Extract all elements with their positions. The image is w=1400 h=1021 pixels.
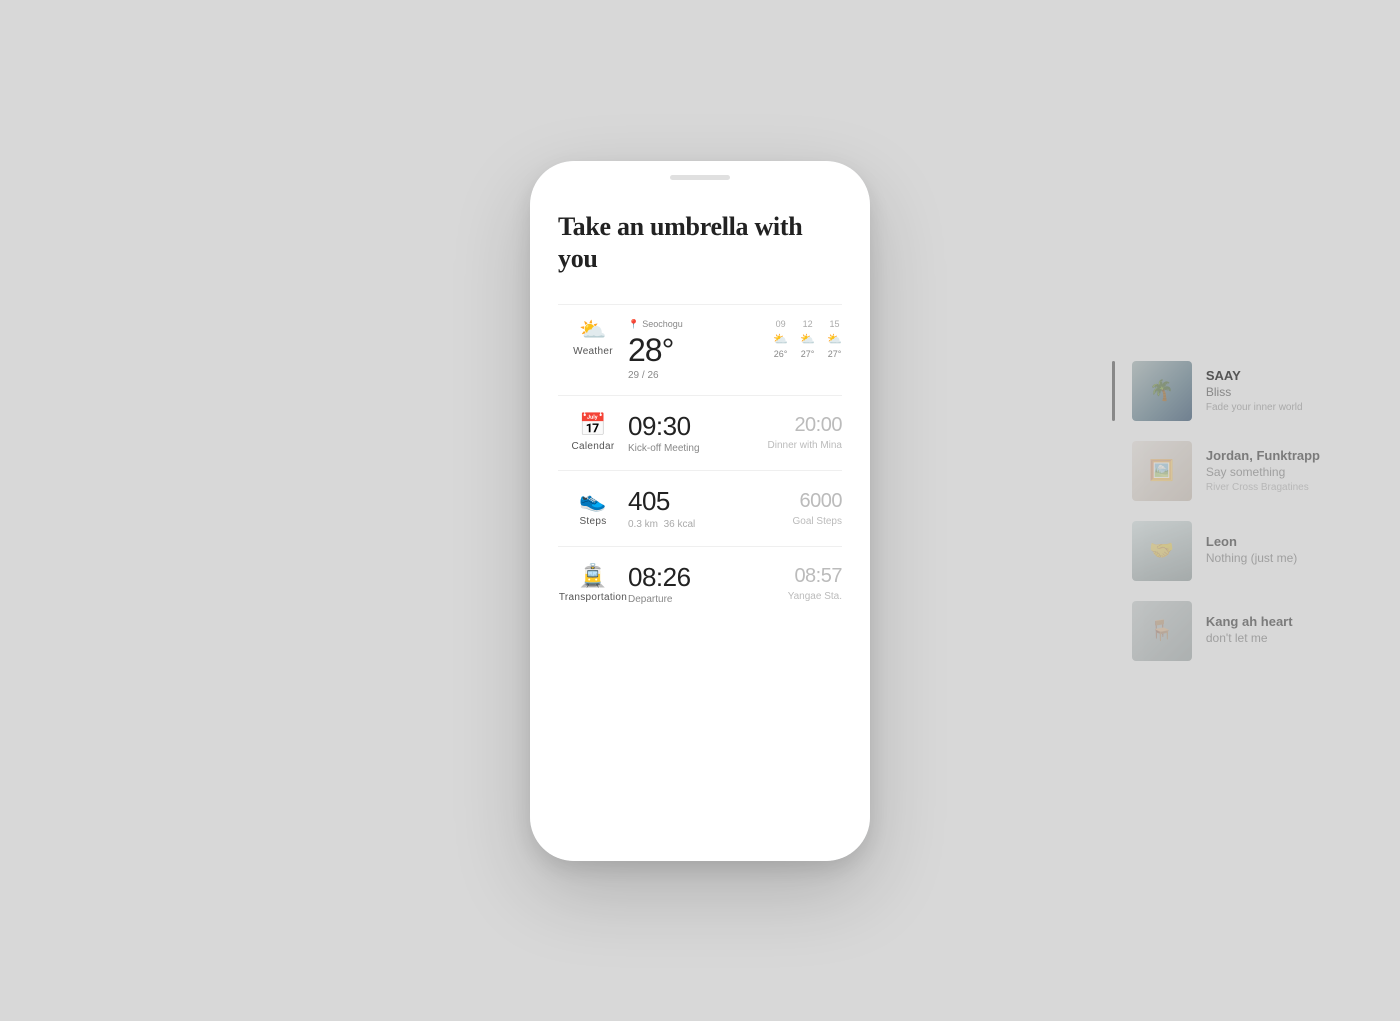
transportation-right: 08:57 Yangae Sta. bbox=[788, 565, 842, 602]
track-desc-2: River Cross Bragatines bbox=[1206, 482, 1320, 493]
track-desc-1: Fade your inner world bbox=[1206, 402, 1320, 413]
track-thumb-1: 🌴 bbox=[1132, 361, 1192, 421]
transportation-card[interactable]: 🚊 Transportation 08:26 Departure 08:57 Y… bbox=[558, 546, 842, 622]
calendar-event2: Dinner with Mina bbox=[768, 440, 842, 451]
forecast-icon-09: ⛅ bbox=[773, 332, 788, 346]
track-thumb-3: 🤝 bbox=[1132, 521, 1192, 581]
forecast-15: 15 ⛅ 27° bbox=[827, 319, 842, 359]
calendar-label: Calendar bbox=[572, 441, 615, 452]
scene: Take an umbrella with you ⛅ Weather 📍 Se… bbox=[0, 0, 1400, 1021]
train-icon: 🚊 bbox=[579, 565, 606, 587]
track-info-2: Jordan, Funktrapp Say something River Cr… bbox=[1206, 448, 1320, 493]
calendar-event1: Kick-off Meeting bbox=[628, 443, 768, 454]
forecast-12: 12 ⛅ 27° bbox=[800, 319, 815, 359]
phone-notch bbox=[670, 175, 730, 180]
track-info-3: Leon Nothing (just me) bbox=[1206, 534, 1320, 568]
forecast-icon-15: ⛅ bbox=[827, 332, 842, 346]
phone-screen: Take an umbrella with you ⛅ Weather 📍 Se… bbox=[530, 161, 870, 861]
track-2[interactable]: 🖼️ Jordan, Funktrapp Say something River… bbox=[1132, 431, 1320, 511]
track-thumb-2: 🖼️ bbox=[1132, 441, 1192, 501]
weather-range: 29 / 26 bbox=[628, 370, 773, 381]
weather-main: 📍 Seochogu 28° 29 / 26 bbox=[628, 319, 773, 381]
steps-card[interactable]: 👟 Steps 405 0.3 km 36 kcal 6000 Goal Ste… bbox=[558, 470, 842, 546]
steps-icon-area: 👟 Steps bbox=[558, 489, 628, 527]
calendar-time1: 09:30 bbox=[628, 412, 768, 441]
steps-count: 405 bbox=[628, 487, 793, 516]
calendar-icon: 📅 bbox=[579, 414, 606, 436]
steps-main: 405 0.3 km 36 kcal bbox=[628, 487, 793, 530]
steps-sub: 0.3 km 36 kcal bbox=[628, 519, 793, 530]
track-artist-2: Jordan, Funktrapp bbox=[1206, 448, 1320, 463]
steps-goal-label: Goal Steps bbox=[793, 516, 842, 527]
track-song-4: don't let me bbox=[1206, 631, 1320, 645]
phone: Take an umbrella with you ⛅ Weather 📍 Se… bbox=[530, 161, 870, 861]
steps-icon: 👟 bbox=[579, 489, 606, 511]
calendar-time2: 20:00 bbox=[794, 414, 842, 437]
calendar-card[interactable]: 📅 Calendar 09:30 Kick-off Meeting 20:00 … bbox=[558, 395, 842, 471]
track-info-1: SAAY Bliss Fade your inner world bbox=[1206, 368, 1320, 413]
track-info-4: Kang ah heart don't let me bbox=[1206, 614, 1320, 648]
hero-title: Take an umbrella with you bbox=[558, 211, 842, 276]
transportation-main: 08:26 Departure bbox=[628, 563, 788, 606]
track-song-2: Say something bbox=[1206, 465, 1320, 479]
weather-icon-area: ⛅ Weather bbox=[558, 319, 628, 357]
forecast-icon-12: ⛅ bbox=[800, 332, 815, 346]
steps-label: Steps bbox=[579, 516, 606, 527]
track-artist-1: SAAY bbox=[1206, 368, 1320, 383]
track-artist-4: Kang ah heart bbox=[1206, 614, 1320, 629]
track-song-1: Bliss bbox=[1206, 385, 1320, 399]
calendar-right: 20:00 Dinner with Mina bbox=[768, 414, 842, 451]
weather-card[interactable]: ⛅ Weather 📍 Seochogu 28° 29 / 26 09 bbox=[558, 304, 842, 395]
steps-right: 6000 Goal Steps bbox=[793, 490, 842, 527]
weather-forecast: 09 ⛅ 26° 12 ⛅ 27° 15 ⛅ 27° bbox=[773, 319, 842, 359]
side-panel: 🌴 SAAY Bliss Fade your inner world 🖼️ Jo… bbox=[1132, 351, 1320, 671]
cloud-icon: ⛅ bbox=[579, 319, 606, 341]
transport-label2: Yangae Sta. bbox=[788, 591, 842, 602]
weather-temp: 28° bbox=[628, 334, 773, 366]
weather-location: 📍 Seochogu bbox=[628, 319, 773, 330]
track-4[interactable]: 🪑 Kang ah heart don't let me bbox=[1132, 591, 1320, 671]
track-3[interactable]: 🤝 Leon Nothing (just me) bbox=[1132, 511, 1320, 591]
track-thumb-4: 🪑 bbox=[1132, 601, 1192, 661]
phone-content: Take an umbrella with you ⛅ Weather 📍 Se… bbox=[530, 161, 870, 861]
transport-label1: Departure bbox=[628, 594, 788, 605]
forecast-09: 09 ⛅ 26° bbox=[773, 319, 788, 359]
track-song-3: Nothing (just me) bbox=[1206, 551, 1320, 565]
track-artist-3: Leon bbox=[1206, 534, 1320, 549]
pin-icon: 📍 bbox=[628, 319, 639, 330]
transport-time1: 08:26 bbox=[628, 563, 788, 592]
calendar-main: 09:30 Kick-off Meeting bbox=[628, 412, 768, 455]
active-bar bbox=[1112, 361, 1115, 421]
steps-goal: 6000 bbox=[800, 490, 843, 513]
track-1[interactable]: 🌴 SAAY Bliss Fade your inner world bbox=[1132, 351, 1320, 431]
calendar-icon-area: 📅 Calendar bbox=[558, 414, 628, 452]
weather-label: Weather bbox=[573, 346, 613, 357]
transport-time2: 08:57 bbox=[794, 565, 842, 588]
transportation-label: Transportation bbox=[559, 592, 627, 603]
transportation-icon-area: 🚊 Transportation bbox=[558, 565, 628, 603]
